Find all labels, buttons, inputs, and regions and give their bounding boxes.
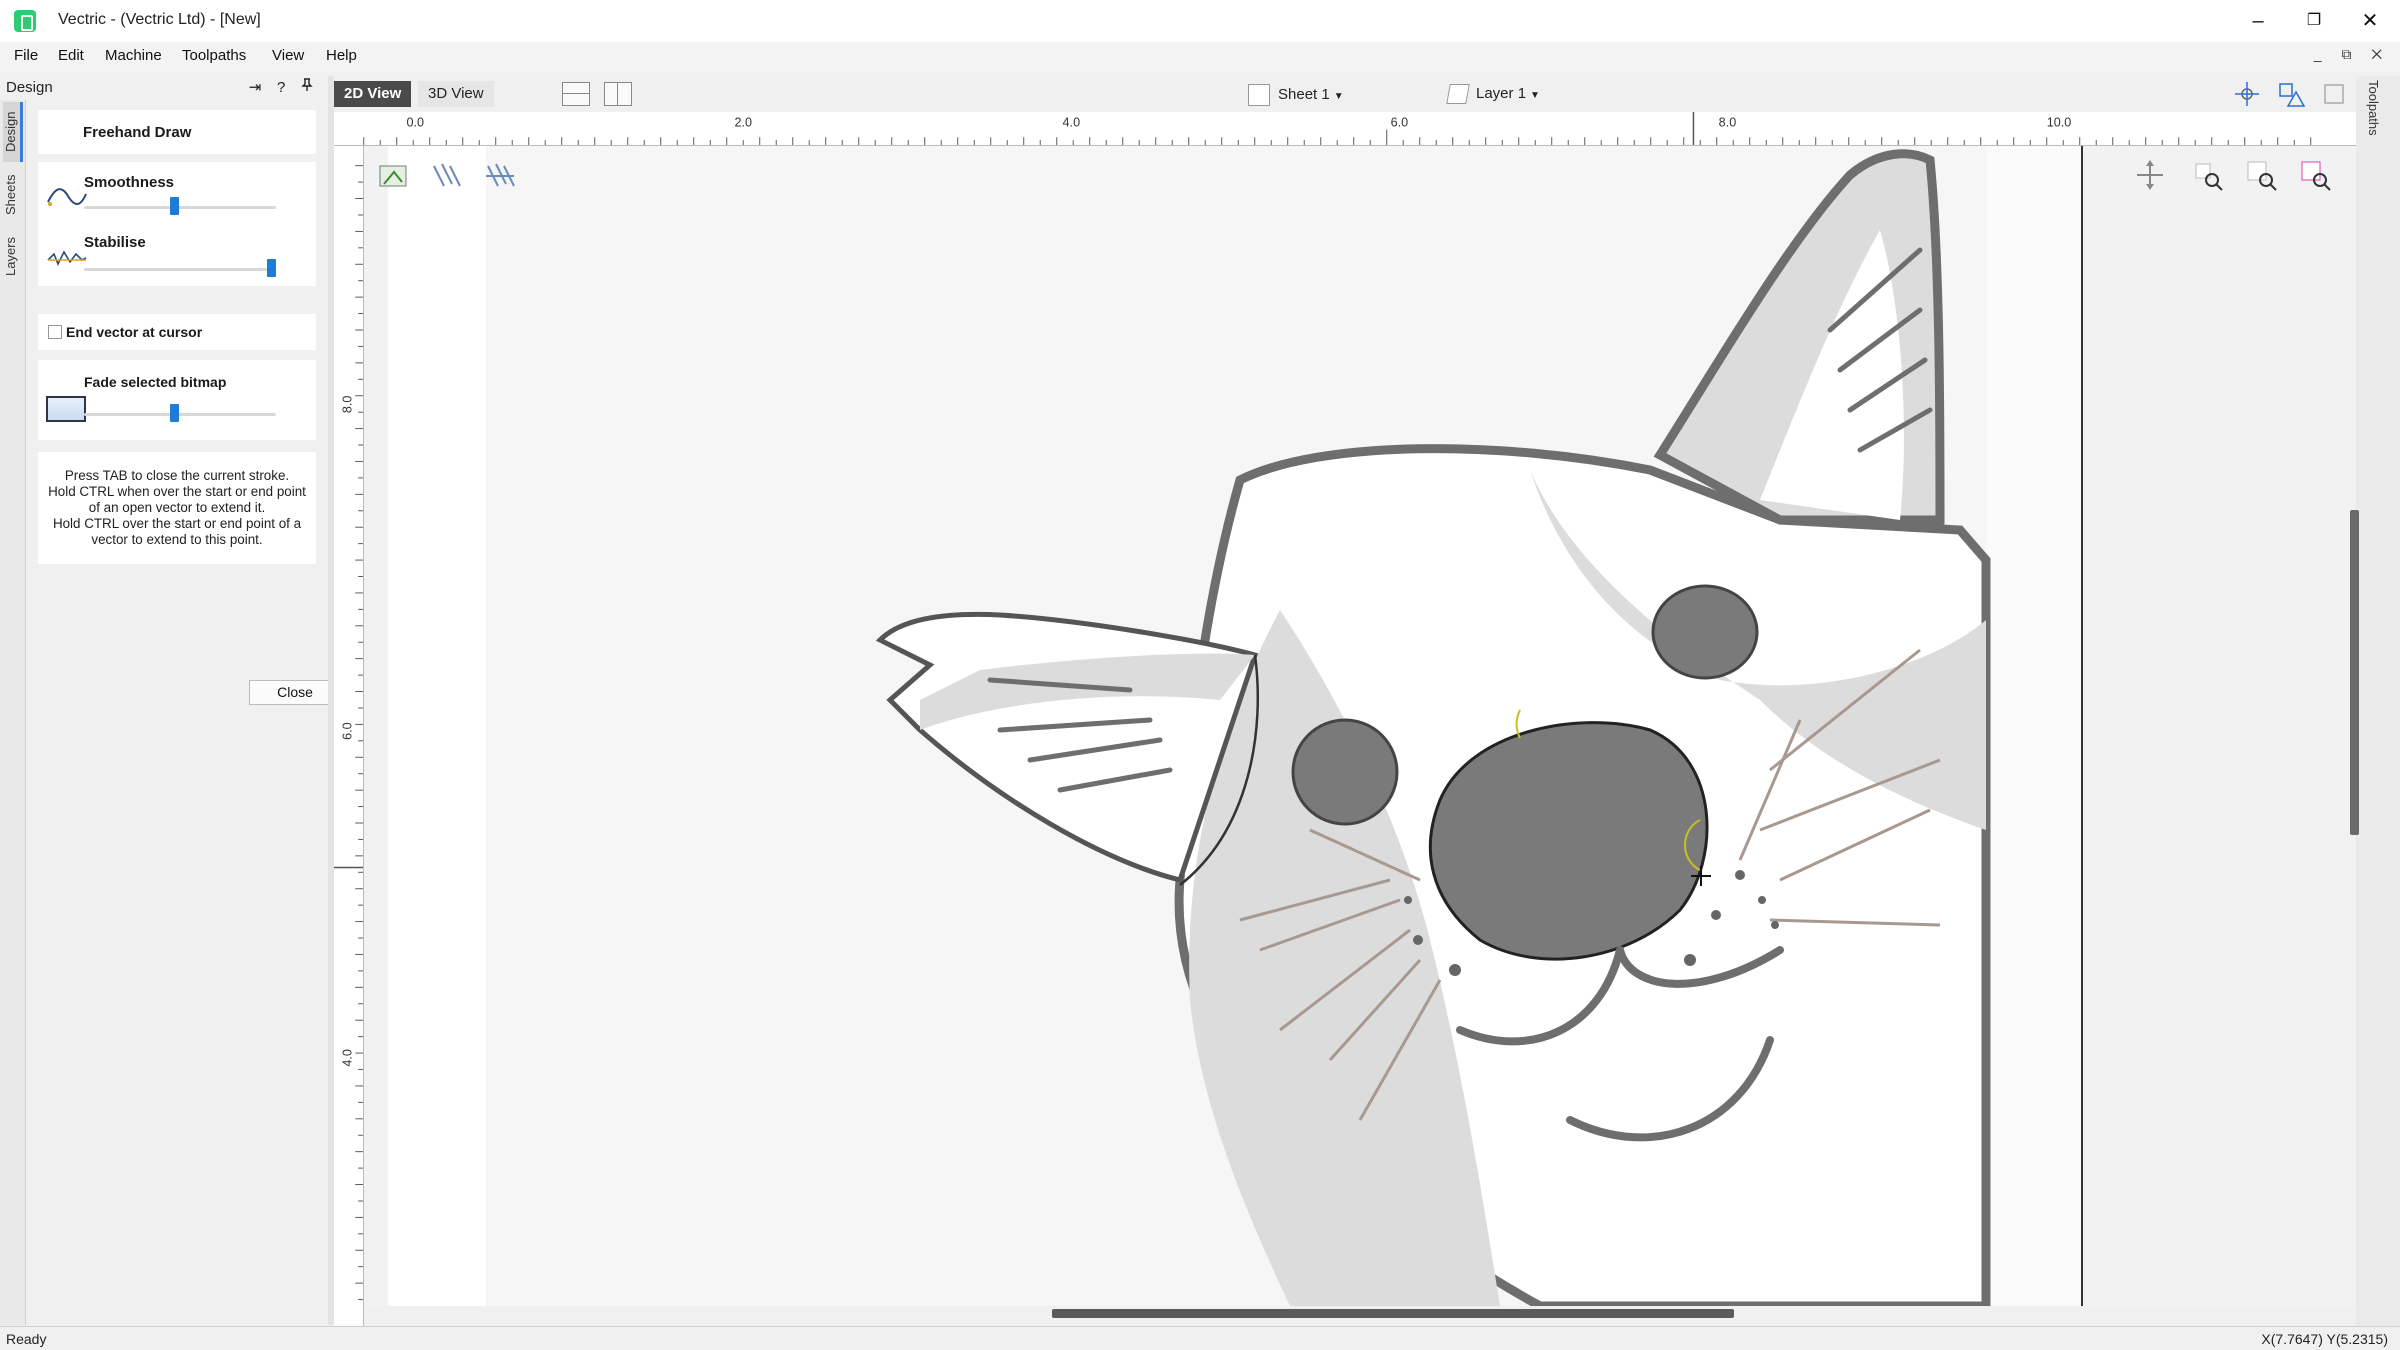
tool-title: Freehand Draw xyxy=(83,124,192,141)
smoothness-slider-thumb[interactable] xyxy=(170,197,179,215)
pan-icon[interactable] xyxy=(2137,160,2163,190)
end-vector-checkbox[interactable] xyxy=(48,325,62,339)
layer-icon xyxy=(1446,84,1470,104)
horizontal-ruler: 0.0 2.0 4.0 6.0 8.0 10.0 xyxy=(334,112,2356,146)
mdi-window-controls[interactable]: _ ⧉ ✕ xyxy=(2314,46,2390,63)
help-line-1: Press TAB to close the current stroke. xyxy=(64,468,290,483)
menu-machine[interactable]: Machine xyxy=(105,47,162,64)
smoothness-slider[interactable] xyxy=(84,206,276,209)
ruler-label: 8.0 xyxy=(340,396,354,413)
title-bar: Vectric - (Vectric Ltd) - [New] – ❐ ✕ xyxy=(0,0,2400,42)
end-vector-label[interactable]: End vector at cursor xyxy=(66,324,202,340)
stabilise-slider-thumb[interactable] xyxy=(267,259,276,277)
menu-toolpaths[interactable]: Toolpaths xyxy=(182,47,246,64)
smoothness-icon xyxy=(47,188,87,206)
minimize-button[interactable]: – xyxy=(2230,6,2286,36)
stabilise-label: Stabilise xyxy=(84,234,146,251)
vertical-ruler: 8.0 6.0 4.0 xyxy=(334,146,364,1326)
menu-edit[interactable]: Edit xyxy=(58,47,84,64)
restore-button[interactable]: ❐ xyxy=(2286,6,2342,36)
ruler-label: 8.0 xyxy=(1719,116,1737,130)
fade-bitmap-slider-thumb[interactable] xyxy=(170,404,179,422)
auto-hide-icon[interactable]: ⇥ xyxy=(244,78,266,96)
zoom-extents-icon[interactable] xyxy=(2247,161,2277,191)
sheet-icon xyxy=(1248,84,1270,106)
right-eye xyxy=(1651,584,1759,680)
status-bar: Ready X(7.7647) Y(5.2315) xyxy=(0,1326,2400,1350)
snap-icon[interactable] xyxy=(2232,80,2262,108)
ruler-label: 10.0 xyxy=(2047,116,2072,130)
design-panel: Freehand Draw Smoothness Stabilise End v… xyxy=(26,100,341,1325)
bitmap-icon xyxy=(46,396,86,422)
layer-dropdown[interactable]: Layer 1 ▼ xyxy=(1446,84,1540,104)
sheet-dropdown[interactable]: Sheet 1 ▼ xyxy=(1248,84,1344,106)
chevron-down-icon: ▼ xyxy=(1333,90,1344,102)
side-tab-strip: Design Sheets Layers xyxy=(0,100,26,1325)
layer-label: Layer 1 xyxy=(1476,84,1527,102)
app-icon xyxy=(14,10,36,32)
stabilise-slider[interactable] xyxy=(84,268,276,271)
bitmap-tool-icon[interactable] xyxy=(379,165,407,187)
tab-3d-view[interactable]: 3D View xyxy=(418,81,494,107)
pin-icon[interactable] xyxy=(296,78,318,96)
status-text: Ready xyxy=(6,1331,47,1347)
ruler-label: 4.0 xyxy=(1063,116,1081,130)
menu-bar: File Edit Machine Toolpaths View Help xyxy=(0,42,2400,72)
panel-title: Design xyxy=(6,79,53,96)
window-title: Vectric - (Vectric Ltd) - [New] xyxy=(58,11,261,28)
bounding-box-icon[interactable] xyxy=(2320,80,2350,108)
help-line-2: Hold CTRL when over the start or end poi… xyxy=(48,484,306,499)
horizontal-split-icon[interactable] xyxy=(562,82,590,106)
tab-toolpaths[interactable]: Toolpaths xyxy=(2366,80,2381,136)
sheet-label: Sheet 1 xyxy=(1278,85,1330,103)
vertical-scrollbar[interactable] xyxy=(2350,510,2359,835)
fade-bitmap-card: Fade selected bitmap xyxy=(38,360,316,440)
ruler-label: 6.0 xyxy=(340,722,354,739)
vector-select-icon[interactable] xyxy=(2276,80,2308,108)
help-card: Press TAB to close the current stroke. H… xyxy=(38,452,316,564)
cursor-coordinates: X(7.7647) Y(5.2315) xyxy=(2261,1331,2388,1347)
drawing-canvas[interactable] xyxy=(364,146,2356,1306)
left-eye xyxy=(1291,718,1399,826)
chevron-down-icon: ▼ xyxy=(1530,89,1540,101)
zoom-in-icon[interactable] xyxy=(2195,163,2223,191)
help-line-4: Hold CTRL over the start or end point of… xyxy=(52,516,302,531)
tab-sheets[interactable]: Sheets xyxy=(3,166,23,224)
drawing-artwork[interactable] xyxy=(364,146,2356,1306)
panel-header-icons: ⇥ ? xyxy=(244,78,318,96)
panel-header: Design ⇥ ? xyxy=(0,76,325,100)
menu-view[interactable]: View xyxy=(272,47,304,64)
vertical-split-icon[interactable] xyxy=(604,82,632,106)
ruler-label: 2.0 xyxy=(735,116,753,130)
right-panel-strip xyxy=(2356,76,2400,1326)
end-vector-card: End vector at cursor xyxy=(38,314,316,350)
ruler-label: 0.0 xyxy=(406,116,424,130)
smoothing-card: Smoothness Stabilise xyxy=(38,162,316,286)
tab-design[interactable]: Design xyxy=(3,102,23,162)
fade-bitmap-slider[interactable] xyxy=(84,413,276,416)
help-icon[interactable]: ? xyxy=(270,79,292,96)
menu-file[interactable]: File xyxy=(14,47,38,64)
ruler-label: 4.0 xyxy=(340,1049,354,1066)
ruler-label: 6.0 xyxy=(1391,116,1409,130)
tab-2d-view[interactable]: 2D View xyxy=(334,81,412,107)
help-line-5: vector to extend to this point. xyxy=(91,532,263,547)
help-line-3: of an open vector to extend it. xyxy=(88,500,266,515)
stabilise-icon xyxy=(47,250,87,266)
tab-layers[interactable]: Layers xyxy=(3,228,23,284)
horizontal-scrollbar[interactable] xyxy=(1052,1309,1734,1318)
material-margin xyxy=(388,146,486,1306)
cat-nose xyxy=(1428,721,1709,961)
zoom-selected-icon[interactable] xyxy=(2301,161,2331,191)
menu-help[interactable]: Help xyxy=(326,47,357,64)
fade-bitmap-label: Fade selected bitmap xyxy=(84,374,227,390)
close-window-button[interactable]: ✕ xyxy=(2342,6,2398,36)
tool-title-card: Freehand Draw xyxy=(38,110,316,154)
smoothness-label: Smoothness xyxy=(84,174,175,191)
view-toolbar: 2D View 3D View Sheet 1 ▼ Layer 1 ▼ xyxy=(334,76,2356,112)
